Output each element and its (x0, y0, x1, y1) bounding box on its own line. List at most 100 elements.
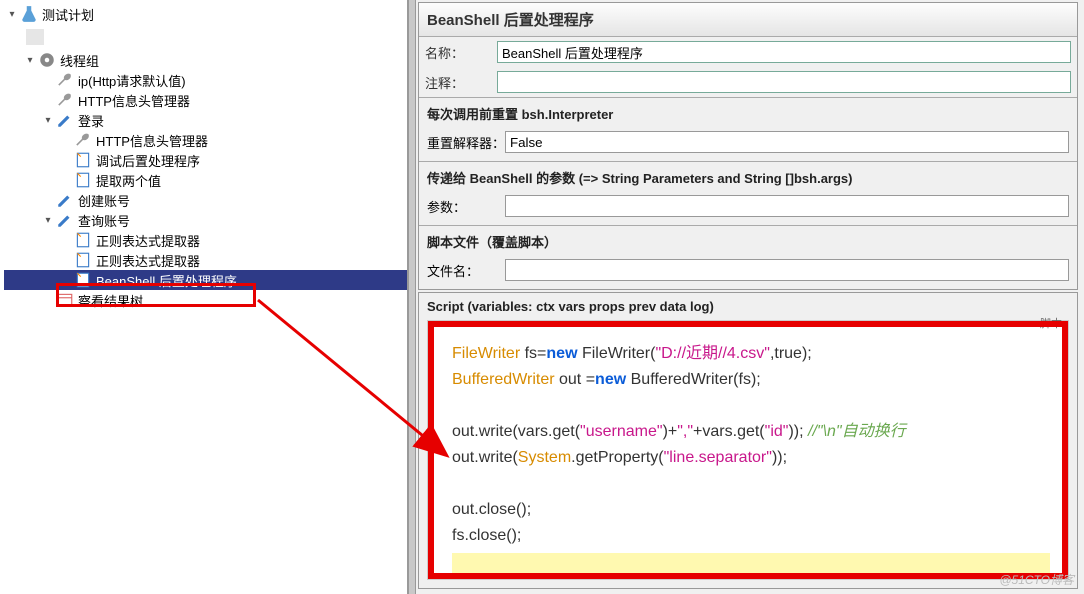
code-token: FileWriter( (578, 345, 656, 362)
tree: ▾ 测试计划 ▾ 线程组 ip(Http请求默认值) HTTP信息头管理器 (0, 0, 407, 310)
code-token: )); (772, 449, 787, 466)
tree-label: 线程组 (58, 51, 99, 70)
tree-item-login[interactable]: ▾ 登录 (4, 110, 407, 130)
wrench-icon (74, 132, 92, 148)
code-content: FileWriter fs=new FileWriter("D://近期//4.… (428, 321, 1068, 579)
gear-icon (38, 52, 56, 68)
tree-label: 正则表达式提取器 (94, 251, 200, 270)
code-token: fs.close(); (452, 527, 521, 544)
reset-input[interactable] (505, 131, 1069, 153)
tree-label: 调试后置处理程序 (94, 151, 200, 170)
params-row: 参数： (419, 191, 1077, 225)
tree-label: ip(Http请求默认值) (76, 71, 186, 90)
code-token: out = (555, 371, 595, 388)
code-token: "," (677, 423, 693, 440)
code-token: BufferedWriter (452, 371, 555, 388)
doc-icon (74, 232, 92, 248)
tree-thread-group[interactable]: ▾ 线程组 (4, 50, 407, 70)
code-token: out.close(); (452, 501, 531, 518)
code-token: BufferedWriter(fs); (626, 371, 761, 388)
file-input[interactable] (505, 259, 1069, 281)
tree-item-regex-2[interactable]: 正则表达式提取器 (4, 250, 407, 270)
reset-row: 重置解释器： (419, 127, 1077, 161)
tree-item-debug-post[interactable]: 调试后置处理程序 (4, 150, 407, 170)
code-token: fs= (520, 345, 546, 362)
params-title: 传递给 BeanShell 的参数 (=> String Parameters … (419, 161, 1077, 191)
tree-hidden-row[interactable] (4, 24, 407, 50)
code-token: out.write(vars.get( (452, 423, 580, 440)
file-label: 文件名： (427, 261, 505, 280)
code-token: new (595, 371, 626, 388)
code-token: "D://近期//4.csv" (655, 345, 770, 362)
code-token: .getProperty( (571, 449, 663, 466)
sheet-icon (56, 292, 74, 308)
tree-root[interactable]: ▾ 测试计划 (4, 4, 407, 24)
script-panel: Script (variables: ctx vars props prev d… (418, 292, 1078, 589)
tree-label: 察看结果树 (76, 291, 143, 310)
pencil-icon (56, 112, 74, 128)
code-token: //"\n"自动换行 (808, 423, 906, 440)
file-row: 文件名： (419, 255, 1077, 289)
tree-item-extract-two[interactable]: 提取两个值 (4, 170, 407, 190)
tree-item-regex-1[interactable]: 正则表达式提取器 (4, 230, 407, 250)
doc-icon (74, 272, 92, 288)
chevron-down-icon: ▾ (24, 55, 36, 66)
chevron-down-icon: ▾ (6, 9, 18, 20)
script-title: Script (variables: ctx vars props prev d… (419, 293, 1077, 320)
code-token: )); (788, 423, 808, 440)
name-row: 名称： (419, 37, 1077, 67)
code-token: "line.separator" (664, 449, 772, 466)
tree-label: 正则表达式提取器 (94, 231, 200, 250)
code-token: "username" (580, 423, 663, 440)
name-input[interactable] (497, 41, 1071, 63)
script-corner-label: 脚本 (1040, 315, 1062, 331)
doc-icon (74, 172, 92, 188)
pencil-icon (56, 192, 74, 208)
tree-panel: ▾ 测试计划 ▾ 线程组 ip(Http请求默认值) HTTP信息头管理器 (0, 0, 408, 594)
name-label: 名称： (425, 43, 497, 62)
file-title: 脚本文件（覆盖脚本） (419, 225, 1077, 255)
code-token: ,true); (770, 345, 812, 362)
tree-label: BeanShell 后置处理程序 (94, 271, 237, 290)
code-editor[interactable]: 脚本 FileWriter fs=new FileWriter("D://近期/… (427, 320, 1069, 580)
tree-item-beanshell-post[interactable]: BeanShell 后置处理程序 (4, 270, 407, 290)
reset-label: 重置解释器： (427, 133, 505, 152)
code-token: )+ (663, 423, 678, 440)
code-token: new (546, 345, 577, 362)
tree-item-results-tree[interactable]: 察看结果树 (4, 290, 407, 310)
code-token: out.write( (452, 449, 518, 466)
tree-label: 测试计划 (40, 5, 94, 24)
tree-label: 创建账号 (76, 191, 130, 210)
chevron-down-icon: ▾ (42, 115, 54, 126)
splitter[interactable] (408, 0, 416, 594)
comment-input[interactable] (497, 71, 1071, 93)
flask-icon (20, 6, 38, 22)
tree-label: 登录 (76, 111, 104, 130)
page-title: BeanShell 后置处理程序 (419, 3, 1077, 37)
tree-item-header-mgr[interactable]: HTTP信息头管理器 (4, 90, 407, 110)
tree-label: HTTP信息头管理器 (94, 131, 208, 150)
code-token: "id" (765, 423, 789, 440)
wrench-icon (56, 72, 74, 88)
tree-label: 提取两个值 (94, 171, 161, 190)
doc-icon (74, 252, 92, 268)
wrench-icon (56, 92, 74, 108)
params-label: 参数： (427, 197, 505, 216)
code-token: +vars.get( (693, 423, 765, 440)
reset-title: 每次调用前重置 bsh.Interpreter (419, 97, 1077, 127)
chevron-down-icon: ▾ (42, 215, 54, 226)
tree-label: 查询账号 (76, 211, 130, 230)
params-input[interactable] (505, 195, 1069, 217)
main-section: BeanShell 后置处理程序 名称： 注释： 每次调用前重置 bsh.Int… (418, 2, 1078, 290)
comment-label: 注释： (425, 73, 497, 92)
tree-item-login-header[interactable]: HTTP信息头管理器 (4, 130, 407, 150)
tree-item-query-acct[interactable]: ▾ 查询账号 (4, 210, 407, 230)
right-panel: BeanShell 后置处理程序 名称： 注释： 每次调用前重置 bsh.Int… (416, 0, 1084, 594)
tree-item-create-acct[interactable]: 创建账号 (4, 190, 407, 210)
blur-icon (26, 29, 44, 45)
pencil-icon (56, 212, 74, 228)
code-highlight-line (452, 553, 1050, 573)
tree-label: HTTP信息头管理器 (76, 91, 190, 110)
tree-item-ip[interactable]: ip(Http请求默认值) (4, 70, 407, 90)
code-token: FileWriter (452, 345, 520, 362)
